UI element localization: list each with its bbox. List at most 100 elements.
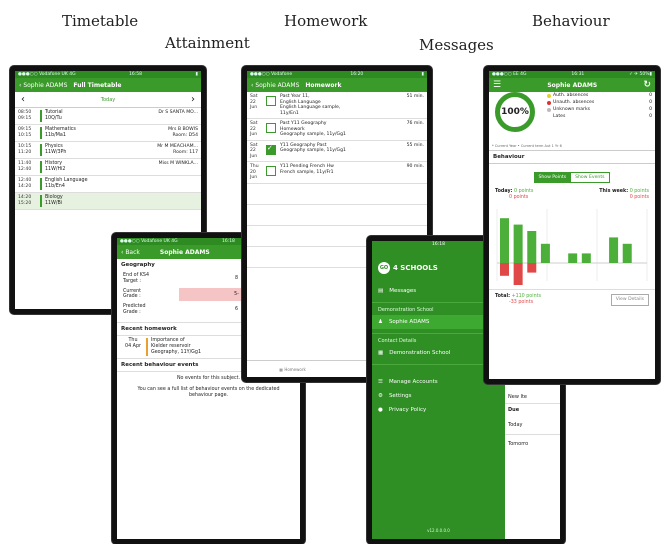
side-due: Due (508, 407, 520, 413)
show-events-button[interactable]: Show Events (570, 172, 610, 183)
day-selector: ‹ Today › (15, 92, 201, 108)
building-icon: ▦ (378, 350, 384, 356)
lesson-details: Dr S SANTA MO... (158, 110, 198, 116)
homework-row[interactable]: Sat 22 Jun Past Year 11, English Language… (247, 92, 427, 119)
lesson-time: 11:40 12:40 (18, 161, 32, 172)
today-summary: Today: 0 points 0 points (495, 189, 534, 200)
points-toggle: Show Points Show Events (489, 164, 655, 187)
lesson-row[interactable]: 14:20 15:20 Biology 11W/Bi (15, 193, 201, 210)
positive-bar (527, 231, 537, 263)
lesson-bar (40, 144, 42, 156)
status-time: 16:18 (432, 242, 445, 247)
caption-attainment: Attainment (165, 34, 250, 52)
positive-bar (500, 218, 509, 263)
hamburger-icon[interactable]: ☰ (493, 80, 501, 90)
lesson-bar (40, 127, 42, 139)
homework-checkbox[interactable] (266, 166, 276, 176)
positive-bar (568, 253, 578, 263)
legend-value: 0 (649, 93, 652, 98)
homework-checkbox[interactable] (266, 96, 276, 106)
menu-item-settings[interactable]: ⚙ Settings (372, 389, 505, 403)
legend-dot (547, 107, 551, 112)
legend-dot (547, 100, 551, 105)
homework-date: Sat 22 Jun (250, 142, 258, 159)
status-time: 16:18 (221, 239, 235, 244)
status-time: 16:20 (350, 72, 364, 77)
battery-icon: ▮ (421, 72, 424, 77)
lesson-time: 12:40 14:20 (18, 178, 32, 189)
back-label: Back (125, 248, 140, 256)
lesson-bar (40, 161, 42, 173)
homework-bar (146, 337, 148, 356)
brand-name: 4 SCHOOLS (393, 264, 438, 272)
side-tomorrow: Tomorro (508, 441, 529, 447)
positive-bar (513, 224, 523, 263)
person-icon: ♟ (378, 319, 383, 325)
negative-bar (500, 263, 509, 276)
lesson-room: Room: 117 (173, 150, 198, 155)
homework-title: Past Y11 Geography Homework Geography sa… (280, 121, 346, 137)
back-button[interactable]: ‹ Back (121, 249, 140, 256)
lesson-row[interactable]: 11:40 12:40 History 11W/Hi2 Miss M WINKLA.… (15, 159, 201, 176)
homework-row[interactable]: Thu 20 Jun Y11 Pending French Hw French s… (247, 162, 427, 184)
positive-bar (609, 237, 619, 263)
caption-homework: Homework (284, 12, 368, 30)
menu-item-privacy[interactable]: ● Privacy Policy (372, 403, 505, 417)
legend-item: Lates 0 (547, 113, 652, 120)
today-label[interactable]: Today (101, 97, 115, 103)
back-button[interactable]: ‹ Sophie ADAMS (251, 82, 299, 89)
nav-title: Homework (305, 81, 342, 89)
lesson-time: 08:50 09:15 (18, 110, 32, 121)
tab-homework[interactable]: ▦ Homework (279, 367, 306, 372)
legend-item: Unauth. absences 0 (547, 99, 652, 106)
lesson-bar (40, 110, 42, 122)
lesson-row[interactable]: 10:15 11:20 Physics 11W/3Ph Mr M MEACHAM..… (15, 142, 201, 159)
prev-day-icon[interactable]: ‹ (21, 94, 25, 105)
nav-title: Sophie ADAMS (547, 81, 598, 89)
nav-bar: ☰ Sophie ADAMS ↻ (489, 78, 655, 92)
go-badge-icon: GO (378, 262, 390, 274)
legend-item: Unknown marks 0 (547, 106, 652, 113)
lesson-teacher: Miss M WINKLA... (158, 161, 198, 166)
status-time: 16:31 (571, 72, 585, 77)
homework-checkbox[interactable] (266, 123, 276, 133)
status-bar: ●●●○○ Vodafone UK 4G 16:58 ▮ (15, 71, 201, 78)
homework-title: Past Year 11, English Language English L… (280, 94, 341, 116)
legend-label: Unauth. absences (553, 100, 595, 105)
legend-value: 0 (649, 100, 652, 105)
homework-date: Thu 04 Apr (125, 337, 141, 349)
attendance-legend: Auth. absences 0 Unauth. absences 0 Unknown … (547, 92, 652, 120)
lesson-time: 10:15 11:20 (18, 144, 32, 155)
lesson-bar (40, 195, 42, 207)
positive-bar (581, 253, 591, 263)
homework-checkbox[interactable] (266, 144, 276, 155)
view-details-button[interactable]: View Details (610, 294, 649, 306)
lesson-row[interactable]: 12:40 14:20 English Language 11b/En4 (15, 176, 201, 193)
caption-messages: Messages (419, 36, 494, 54)
accounts-icon: ☰ (378, 379, 383, 385)
lesson-subject: Mathematics 11b/Ma1 (45, 127, 76, 138)
show-points-button[interactable]: Show Points (534, 172, 571, 183)
legend-label: Unknown marks (553, 107, 591, 112)
homework-row[interactable]: Sat 22 Jun Y11 Geography Past Geography s… (247, 141, 427, 162)
points-chart (496, 209, 648, 285)
next-day-icon[interactable]: › (191, 94, 195, 105)
homework-duration: 90 min. (406, 164, 424, 169)
lesson-row[interactable]: 08:50 09:15 Tutorial 10Q/Tu Dr S SANTA MO.… (15, 108, 201, 125)
back-button[interactable]: ‹ Sophie ADAMS (19, 82, 67, 89)
legend-dot (547, 93, 551, 98)
total-summary: Total: +110 points -33 points (495, 294, 541, 305)
homework-duration: 51 min. (406, 94, 424, 99)
info-icon: ● (378, 407, 383, 413)
status-bar: ●●●○○ Vodafone 16:20 ▮ (247, 71, 427, 78)
lesson-row[interactable]: 09:15 10:15 Mathematics 11b/Ma1 Mrs B BOWI… (15, 125, 201, 142)
homework-row[interactable]: Sat 22 Jun Past Y11 Geography Homework Ge… (247, 119, 427, 141)
positive-bar (622, 243, 632, 263)
grade-label: Current Grade : (123, 288, 142, 300)
homework-duration: 55 min. (406, 142, 424, 148)
points-summary: Today: 0 points 0 points This week: 0 po… (489, 187, 655, 203)
refresh-icon[interactable]: ↻ (643, 80, 651, 90)
battery-icon: ▮ (195, 72, 198, 77)
side-new-item: New Ite (505, 391, 560, 404)
battery-icon: ✓ ✈ 50%▮ (629, 72, 652, 77)
